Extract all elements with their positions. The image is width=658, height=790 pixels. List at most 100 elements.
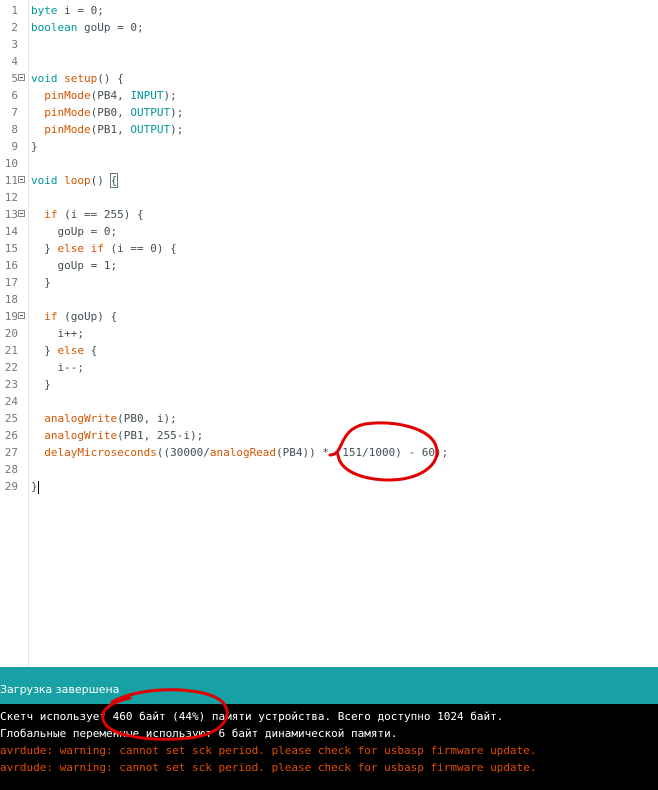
code-token: pinMode xyxy=(44,106,91,119)
code-line[interactable]: 26 analogWrite(PB1, 255-i); xyxy=(0,427,658,444)
line-number: 11 xyxy=(4,174,18,187)
code-line[interactable]: 4 xyxy=(0,53,658,70)
code-line[interactable]: 5 void setup() { xyxy=(0,70,658,87)
code-token: () xyxy=(90,174,111,187)
code-editor[interactable]: 1 byte i = 0; 2 boolean goUp = 0; 3 4 5 void se… xyxy=(0,0,658,667)
fold-toggle-icon[interactable] xyxy=(18,312,25,319)
line-number: 10 xyxy=(4,157,18,170)
code-line[interactable]: 20 i++; xyxy=(0,325,658,342)
code-line[interactable]: 21 } else { xyxy=(0,342,658,359)
code-line[interactable]: 29} xyxy=(0,478,658,495)
line-number: 22 xyxy=(4,361,18,374)
code-text: pinMode(PB0, OUTPUT); xyxy=(31,104,183,121)
code-token: goUp = 1; xyxy=(31,259,118,272)
code-token: } xyxy=(31,140,38,153)
code-token: if xyxy=(44,208,58,221)
code-line[interactable]: 28 xyxy=(0,461,658,478)
code-token: setup xyxy=(64,72,98,85)
code-text: } xyxy=(31,274,51,291)
code-line[interactable]: 24 xyxy=(0,393,658,410)
code-line[interactable]: 27 delayMicroseconds((30000/analogRead(P… xyxy=(0,444,658,461)
fold-toggle-icon[interactable] xyxy=(18,176,25,183)
code-text: if (i == 255) { xyxy=(31,206,143,223)
code-line[interactable]: 25 analogWrite(PB0, i); xyxy=(0,410,658,427)
code-token: ); xyxy=(163,89,177,102)
code-token: (PB0, i); xyxy=(117,412,177,425)
code-line[interactable]: 22 i--; xyxy=(0,359,658,376)
code-token: pinMode xyxy=(44,89,91,102)
line-number: 24 xyxy=(4,395,18,408)
code-token: boolean xyxy=(31,21,78,34)
code-token: } xyxy=(31,242,58,255)
console-output[interactable]: Скетч использует 460 байт (44%) памяти у… xyxy=(0,704,658,790)
code-token: (PB4, xyxy=(90,89,131,102)
code-text: if (goUp) { xyxy=(31,308,117,325)
line-number: 2 xyxy=(11,21,18,34)
line-number: 21 xyxy=(4,344,18,357)
code-line[interactable]: 8 pinMode(PB1, OUTPUT); xyxy=(0,121,658,138)
code-text: i++; xyxy=(31,325,84,342)
fold-toggle-icon[interactable] xyxy=(18,210,25,217)
code-token: () { xyxy=(97,72,124,85)
code-text: i--; xyxy=(31,359,84,376)
code-line[interactable]: 17 } xyxy=(0,274,658,291)
code-line[interactable]: 3 xyxy=(0,36,658,53)
code-line[interactable]: 12 xyxy=(0,189,658,206)
fold-toggle-icon[interactable] xyxy=(18,74,25,81)
code-token: ((30000/ xyxy=(156,446,210,459)
code-token: i++; xyxy=(31,327,84,340)
line-number: 29 xyxy=(4,480,18,493)
code-line[interactable]: 19 if (goUp) { xyxy=(0,308,658,325)
line-number: 25 xyxy=(4,412,18,425)
code-token: delayMicroseconds xyxy=(44,446,157,459)
code-line[interactable]: 16 goUp = 1; xyxy=(0,257,658,274)
code-token: loop xyxy=(64,174,91,187)
code-token: (PB4)) * (151/1000) - 60); xyxy=(276,446,449,459)
code-line[interactable]: 1 byte i = 0; xyxy=(0,2,658,19)
line-number: 15 xyxy=(4,242,18,255)
line-number: 3 xyxy=(11,38,18,51)
line-number: 1 xyxy=(11,4,18,17)
code-line[interactable]: 14 goUp = 0; xyxy=(0,223,658,240)
code-text: } xyxy=(31,376,51,393)
code-line[interactable]: 13 if (i == 255) { xyxy=(0,206,658,223)
code-token: (PB1, xyxy=(90,123,131,136)
code-token: goUp = 0; xyxy=(31,225,118,238)
code-line[interactable]: 9} xyxy=(0,138,658,155)
code-token: ); xyxy=(170,123,184,136)
code-line[interactable]: 6 pinMode(PB4, INPUT); xyxy=(0,87,658,104)
code-token: byte xyxy=(31,4,58,17)
code-token: OUTPUT xyxy=(130,123,171,136)
code-text: void setup() { xyxy=(31,70,124,87)
line-number: 23 xyxy=(4,378,18,391)
code-line[interactable]: 10 xyxy=(0,155,658,172)
code-line[interactable]: 18 xyxy=(0,291,658,308)
console-warning-line: avrdude: warning: cannot set sck period.… xyxy=(0,761,537,774)
code-token: OUTPUT xyxy=(130,106,171,119)
code-line[interactable]: 11 void loop() { xyxy=(0,172,658,189)
code-text: } xyxy=(31,478,39,495)
code-token: } xyxy=(31,276,51,289)
code-line[interactable]: 2 boolean goUp = 0; xyxy=(0,19,658,36)
code-token: else xyxy=(57,242,85,255)
code-token: { xyxy=(109,173,119,188)
code-text: boolean goUp = 0; xyxy=(31,19,144,36)
code-token: pinMode xyxy=(44,123,91,136)
code-token: ); xyxy=(170,106,184,119)
code-text: goUp = 1; xyxy=(31,257,117,274)
text-caret xyxy=(37,480,39,494)
code-line[interactable]: 15 } else if (i == 0) { xyxy=(0,240,658,257)
line-number: 5 xyxy=(11,72,18,85)
code-text: pinMode(PB1, OUTPUT); xyxy=(31,121,183,138)
code-line[interactable]: 7 pinMode(PB0, OUTPUT); xyxy=(0,104,658,121)
code-token: } xyxy=(31,480,38,493)
code-line[interactable]: 23 } xyxy=(0,376,658,393)
code-text: goUp = 0; xyxy=(31,223,117,240)
status-message: Загрузка завершена xyxy=(0,683,120,696)
